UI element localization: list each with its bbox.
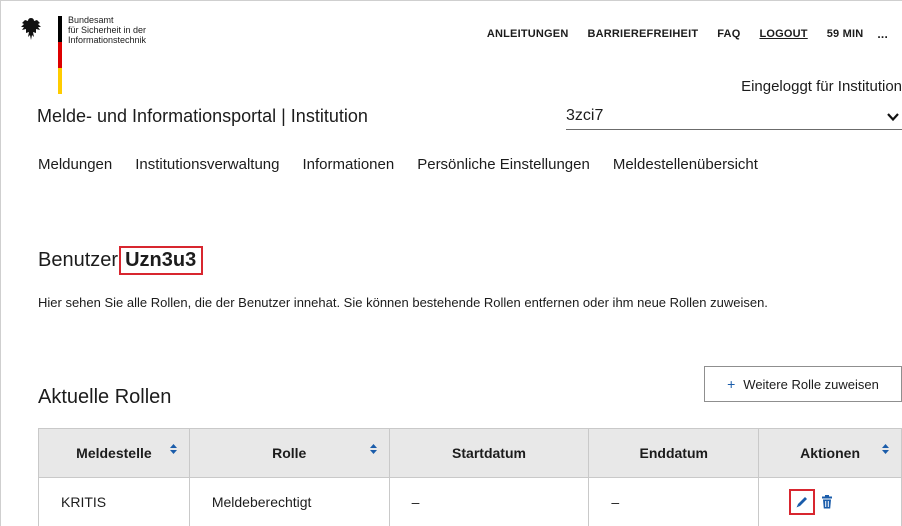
nav-institutionsverwaltung[interactable]: Institutionsverwaltung — [135, 156, 279, 173]
page-description: Hier sehen Sie alle Rollen, die der Benu… — [38, 295, 768, 310]
main-navigation: Meldungen Institutionsverwaltung Informa… — [38, 156, 781, 173]
logo-line: Informationstechnik — [68, 35, 147, 45]
username-highlight: Uzn3u3 — [119, 246, 204, 275]
logo-text: Bundesamt für Sicherheit in der Informat… — [68, 15, 146, 45]
table-header-row: Meldestelle Rolle Startdatum Enddatum Ak… — [38, 428, 902, 478]
chevron-down-icon — [887, 113, 899, 122]
institution-select[interactable]: 3zci7 — [566, 104, 902, 130]
pencil-icon — [796, 497, 808, 508]
more-menu-icon[interactable]: ... — [877, 27, 888, 41]
bsi-logo[interactable] — [20, 16, 42, 42]
flag-stripe — [58, 16, 62, 94]
table-row: KRITIS Meldeberechtigt – – — [38, 477, 902, 526]
roles-table: Meldestelle Rolle Startdatum Enddatum Ak… — [38, 428, 902, 526]
column-header-enddatum: Enddatum — [588, 428, 760, 478]
nav-meldestellenuebersicht[interactable]: Meldestellenübersicht — [613, 156, 758, 173]
column-header-label: Rolle — [272, 445, 307, 461]
frame-top-border — [0, 0, 902, 1]
nav-meldungen[interactable]: Meldungen — [38, 156, 112, 173]
cell-meldestelle: KRITIS — [38, 477, 190, 526]
cell-startdatum: – — [388, 477, 590, 526]
nav-informationen[interactable]: Informationen — [302, 156, 394, 173]
column-header-label: Aktionen — [800, 445, 860, 461]
logout-link[interactable]: LOGOUT — [759, 28, 807, 40]
federal-eagle-icon — [21, 18, 41, 40]
logo-line: für Sicherheit in der — [68, 25, 147, 35]
page-title-prefix: Benutzer — [38, 249, 119, 271]
cell-enddatum: – — [588, 477, 760, 526]
column-header-meldestelle[interactable]: Meldestelle — [38, 428, 190, 478]
cell-rolle: Meldeberechtigt — [188, 477, 390, 526]
faq-link[interactable]: FAQ — [717, 28, 740, 40]
column-header-rolle[interactable]: Rolle — [188, 428, 390, 478]
sort-icon — [169, 444, 177, 454]
top-navigation: ANLEITUNGEN BARRIEREFREIHEIT FAQ LOGOUT … — [468, 27, 888, 41]
cell-aktionen — [758, 477, 902, 526]
logged-in-label: Eingeloggt für Institution — [741, 78, 902, 95]
edit-button[interactable] — [789, 489, 816, 515]
sort-icon — [882, 444, 889, 454]
column-header-startdatum: Startdatum — [388, 428, 590, 478]
barrierefreiheit-link[interactable]: BARRIEREFREIHEIT — [587, 28, 698, 40]
page-title: Benutzer Uzn3u3 — [38, 246, 204, 275]
add-role-label: Weitere Rolle zuweisen — [743, 376, 879, 392]
logo-line: Bundesamt — [68, 15, 114, 25]
row-actions — [781, 489, 901, 515]
column-header-label: Enddatum — [639, 445, 708, 461]
frame-left-border — [0, 0, 1, 526]
nav-persoenliche-einstellungen[interactable]: Persönliche Einstellungen — [417, 156, 590, 173]
sort-icon — [369, 444, 377, 454]
anleitungen-link[interactable]: ANLEITUNGEN — [487, 28, 569, 40]
institution-select-value: 3zci7 — [566, 107, 604, 124]
column-header-aktionen[interactable]: Aktionen — [758, 428, 902, 478]
column-header-label: Meldestelle — [76, 445, 152, 461]
trash-icon[interactable] — [821, 495, 833, 509]
add-role-button[interactable]: + Weitere Rolle zuweisen — [704, 366, 902, 402]
session-timer: 59 MIN — [826, 28, 864, 40]
portal-title: Melde- und Informationsportal | Institut… — [37, 106, 368, 126]
plus-icon: + — [727, 376, 736, 392]
column-header-label: Startdatum — [452, 445, 526, 461]
roles-heading: Aktuelle Rollen — [38, 386, 172, 408]
